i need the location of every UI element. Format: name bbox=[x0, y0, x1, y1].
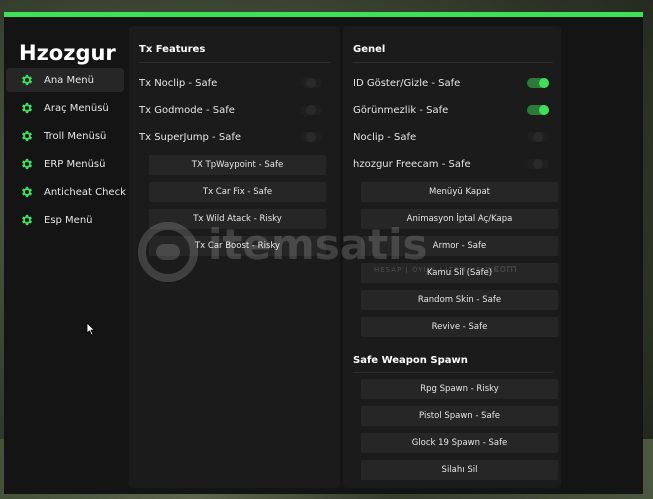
sidebar-nav: Ana Menü Araç Menüsü Troll Menüsü ERP Me… bbox=[6, 68, 126, 236]
toggle-row[interactable]: Görünmezlik - Safe bbox=[353, 103, 549, 117]
menuyu-kapat-button[interactable]: Menüyü Kapat bbox=[361, 182, 558, 202]
toggle-switch[interactable] bbox=[527, 159, 549, 169]
toggle-switch[interactable] bbox=[300, 132, 322, 142]
random-skin-button[interactable]: Random Skin - Safe bbox=[361, 290, 558, 310]
sidebar-item-ana-menu[interactable]: Ana Menü bbox=[6, 68, 124, 92]
toggle-label: Tx SuperJump - Safe bbox=[139, 131, 241, 143]
gear-icon bbox=[21, 102, 33, 114]
tx-car-boost-button[interactable]: Tx Car Boost - Risky bbox=[149, 236, 326, 256]
toggle-label: ID Göster/Gizle - Safe bbox=[353, 77, 461, 89]
section-title: Genel bbox=[353, 44, 386, 55]
toggle-switch[interactable] bbox=[300, 105, 322, 115]
tx-features-panel: Tx Features Tx Noclip - Safe Tx Godmode … bbox=[129, 26, 340, 488]
toggle-row[interactable]: ID Göster/Gizle - Safe bbox=[353, 76, 549, 90]
sidebar: Hzozgur Ana Menü Araç Menüsü Troll Menüs… bbox=[4, 17, 126, 494]
glock-spawn-button[interactable]: Glock 19 Spawn - Safe bbox=[361, 433, 558, 453]
toggle-label: Noclip - Safe bbox=[353, 131, 417, 143]
silahi-sil-button[interactable]: Silahı Sil bbox=[361, 460, 558, 480]
app-title: Hzozgur bbox=[19, 41, 116, 65]
sidebar-item-arac-menusu[interactable]: Araç Menüsü bbox=[6, 96, 124, 120]
toggle-switch[interactable] bbox=[527, 78, 549, 88]
sidebar-item-anticheat-check[interactable]: Anticheat Check bbox=[6, 180, 126, 204]
tx-car-fix-button[interactable]: Tx Car Fix - Safe bbox=[149, 182, 326, 202]
toggle-label: Görünmezlik - Safe bbox=[353, 104, 449, 116]
kamu-sil-button[interactable]: Kamu Sil (Safe) bbox=[361, 263, 558, 283]
toggle-label: Tx Godmode - Safe bbox=[139, 104, 235, 116]
toggle-label: Tx Noclip - Safe bbox=[139, 77, 218, 89]
gear-icon bbox=[21, 186, 33, 198]
gear-icon bbox=[21, 214, 33, 226]
toggle-switch[interactable] bbox=[300, 78, 322, 88]
sidebar-item-label: ERP Menüsü bbox=[44, 158, 106, 170]
toggle-row[interactable]: hzozgur Freecam - Safe bbox=[353, 157, 549, 171]
toggle-row[interactable]: Tx Godmode - Safe bbox=[139, 103, 322, 117]
sidebar-item-label: Anticheat Check bbox=[44, 186, 126, 198]
toggle-row[interactable]: Tx SuperJump - Safe bbox=[139, 130, 322, 144]
gear-icon bbox=[21, 74, 33, 86]
armor-button[interactable]: Armor - Safe bbox=[361, 236, 558, 256]
mod-menu-window: Hzozgur Ana Menü Araç Menüsü Troll Menüs… bbox=[4, 12, 643, 494]
sidebar-item-label: Araç Menüsü bbox=[44, 102, 109, 114]
section-title: Tx Features bbox=[139, 44, 206, 55]
mouse-cursor-icon bbox=[86, 322, 96, 336]
tx-wild-atack-button[interactable]: Tx Wild Atack - Risky bbox=[149, 209, 326, 229]
tx-tpwaypoint-button[interactable]: TX TpWaypoint - Safe bbox=[149, 155, 326, 175]
sidebar-item-label: Troll Menüsü bbox=[44, 130, 107, 142]
divider bbox=[353, 62, 553, 63]
sidebar-item-label: Esp Menü bbox=[44, 214, 93, 226]
revive-button[interactable]: Revive - Safe bbox=[361, 317, 558, 337]
pistol-spawn-button[interactable]: Pistol Spawn - Safe bbox=[361, 406, 558, 426]
toggle-switch[interactable] bbox=[527, 105, 549, 115]
toggle-row[interactable]: Tx Noclip - Safe bbox=[139, 76, 322, 90]
gear-icon bbox=[21, 130, 33, 142]
animasyon-iptal-button[interactable]: Animasyon İptal Aç/Kapa bbox=[361, 209, 558, 229]
divider bbox=[139, 62, 330, 63]
genel-panel: Genel ID Göster/Gizle - Safe Görünmezlik… bbox=[343, 26, 561, 488]
toggle-label: hzozgur Freecam - Safe bbox=[353, 158, 471, 170]
gear-icon bbox=[21, 158, 33, 170]
toggle-switch[interactable] bbox=[527, 132, 549, 142]
sidebar-item-esp-menu[interactable]: Esp Menü bbox=[6, 208, 124, 232]
rpg-spawn-button[interactable]: Rpg Spawn - Risky bbox=[361, 379, 558, 399]
toggle-row[interactable]: Noclip - Safe bbox=[353, 130, 549, 144]
sidebar-item-troll-menusu[interactable]: Troll Menüsü bbox=[6, 124, 124, 148]
sidebar-item-erp-menusu[interactable]: ERP Menüsü bbox=[6, 152, 124, 176]
divider bbox=[353, 372, 553, 373]
section-title: Safe Weapon Spawn bbox=[353, 355, 468, 366]
sidebar-item-label: Ana Menü bbox=[44, 74, 94, 86]
